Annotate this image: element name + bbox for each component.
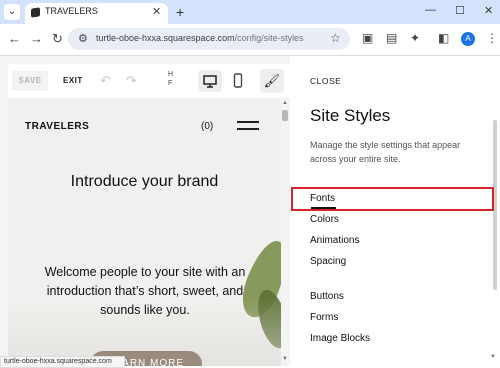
extension-icon-2[interactable]: ▤ xyxy=(386,31,397,45)
back-button[interactable]: ← xyxy=(8,31,21,46)
panel-scroll-down-icon[interactable]: ▼ xyxy=(490,354,496,360)
desktop-icon xyxy=(203,75,217,88)
chrome-menu-icon[interactable]: ⋮ xyxy=(486,31,498,45)
header-footer-label: H F xyxy=(168,71,174,87)
menu-item-animations[interactable]: Animations xyxy=(310,235,359,246)
puzzle-extensions-icon[interactable]: ✦ xyxy=(410,31,420,45)
profile-avatar[interactable]: A xyxy=(461,32,475,46)
url-text: turtle-oboe-hxxa.squarespace.com/config/… xyxy=(96,33,304,43)
panel-description: Manage the style settings that appear ac… xyxy=(310,140,461,164)
minimize-button[interactable]: — xyxy=(425,4,436,16)
fonts-highlight-box xyxy=(291,187,494,211)
menu-item-forms[interactable]: Forms xyxy=(310,312,338,323)
menu-item-colors[interactable]: Colors xyxy=(310,214,339,225)
browser-toolbar: ← → ↻ ⚙ turtle-oboe-hxxa.squarespace.com… xyxy=(0,24,500,56)
mobile-icon xyxy=(233,73,243,88)
desktop-view-button[interactable] xyxy=(198,70,222,92)
site-preview[interactable]: TRAVELERS (0) Introduce your brand Welco… xyxy=(8,99,281,366)
url-path: /config/site-styles xyxy=(234,33,304,43)
editor-toolbar: SAVE EXIT ↶ ↷ H F 🖌 xyxy=(8,64,290,99)
close-button[interactable]: CLOSE xyxy=(310,76,341,86)
undo-icon[interactable]: ↶ xyxy=(100,73,111,89)
site-styles-panel: CLOSE Site Styles Manage the style setti… xyxy=(290,56,500,366)
redo-icon[interactable]: ↷ xyxy=(126,73,137,89)
menu-item-spacing[interactable]: Spacing xyxy=(310,256,346,267)
hamburger-menu-icon[interactable] xyxy=(237,121,259,135)
window-close-button[interactable]: ✕ xyxy=(484,4,493,17)
menu-item-image-blocks[interactable]: Image Blocks xyxy=(310,333,370,344)
menu-item-buttons[interactable]: Buttons xyxy=(310,291,344,302)
address-bar[interactable]: ⚙ turtle-oboe-hxxa.squarespace.com/confi… xyxy=(68,28,350,50)
save-button[interactable]: SAVE xyxy=(12,71,48,91)
preview-scroll-thumb[interactable] xyxy=(282,110,288,121)
forward-button[interactable]: → xyxy=(30,31,43,46)
status-url-bar: turtle-oboe-hxxa.squarespace.com xyxy=(0,356,125,368)
new-tab-button[interactable]: + xyxy=(176,4,184,20)
squarespace-favicon-icon xyxy=(31,7,40,18)
tab-strip: ⌄ TRAVELERS ✕ + — ☐ ✕ xyxy=(0,0,500,24)
side-panel-icon[interactable]: ◧ xyxy=(438,31,449,45)
panel-title: Site Styles xyxy=(310,106,391,125)
site-brand[interactable]: TRAVELERS xyxy=(25,121,89,132)
mobile-view-button[interactable] xyxy=(226,70,250,92)
brush-icon[interactable]: 🖌 xyxy=(260,69,284,93)
site-info-icon[interactable]: ⚙ xyxy=(78,32,88,45)
maximize-button[interactable]: ☐ xyxy=(455,4,465,17)
exit-button[interactable]: EXIT xyxy=(63,76,83,85)
tab-search-button[interactable]: ⌄ xyxy=(4,4,20,20)
url-domain: turtle-oboe-hxxa.squarespace.com xyxy=(96,33,235,43)
browser-tab[interactable]: TRAVELERS ✕ xyxy=(25,3,168,24)
tab-close-icon[interactable]: ✕ xyxy=(152,5,161,18)
scroll-down-arrow-icon[interactable]: ▼ xyxy=(282,356,288,362)
hero-heading[interactable]: Introduce your brand xyxy=(8,173,281,191)
reload-button[interactable]: ↻ xyxy=(52,31,63,47)
bookmark-star-icon[interactable]: ☆ xyxy=(330,31,341,45)
preview-scrollbar[interactable] xyxy=(281,99,290,366)
tab-title: TRAVELERS xyxy=(45,6,98,16)
extension-icon[interactable]: ▣ xyxy=(362,31,373,45)
scroll-up-arrow-icon[interactable]: ▲ xyxy=(282,100,288,106)
hero-intro-text[interactable]: Welcome people to your site with an intr… xyxy=(34,263,256,320)
cart-count[interactable]: (0) xyxy=(201,121,213,132)
